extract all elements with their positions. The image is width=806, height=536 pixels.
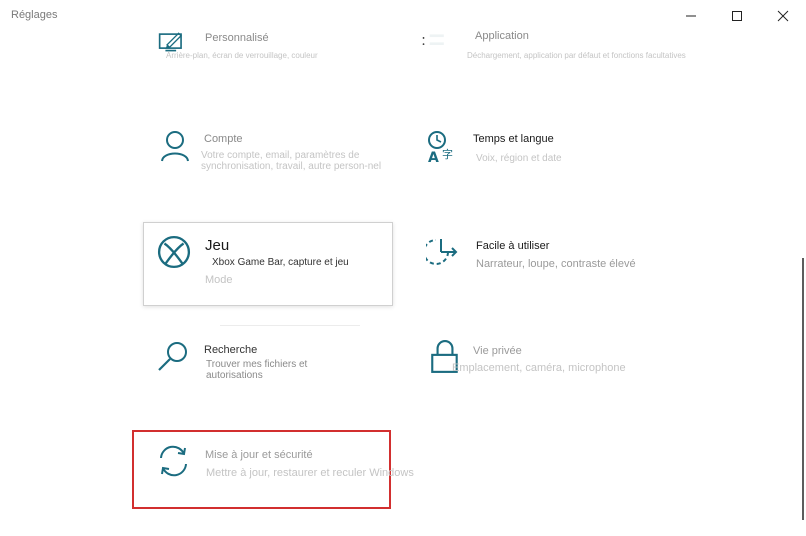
tile-personalization[interactable]: Personnalisé Arrière-plan, écran de verr…: [156, 30, 396, 64]
close-icon: [777, 10, 789, 22]
tile-title: Recherche: [204, 344, 258, 356]
tile-description: Xbox Game Bar, capture et jeu: [212, 257, 349, 268]
title-bar: Réglages: [0, 0, 806, 32]
tile-time-language[interactable]: A 字 Temps et langue Voix, région et date: [426, 130, 666, 170]
tile-title: Personnalisé: [205, 32, 269, 44]
tile-gaming[interactable]: Jeu Xbox Game Bar, capture et jeu Mode: [157, 235, 387, 295]
tile-apps[interactable]: Application Déchargement, application pa…: [420, 30, 686, 64]
tile-title: Vie privée: [473, 345, 522, 357]
account-icon: [161, 131, 189, 162]
tile-title: Facile à utiliser: [476, 240, 550, 252]
svg-text:A: A: [428, 150, 439, 164]
tile-description: Arrière-plan, écran de verrouillage, cou…: [166, 51, 318, 60]
tile-description-extra: Mode: [205, 274, 233, 286]
time-language-icon: A 字: [428, 131, 453, 164]
xbox-icon: [157, 235, 191, 269]
tile-ease-of-access[interactable]: Facile à utiliser Narrateur, loupe, cont…: [426, 236, 666, 276]
tile-title: Mise à jour et sécurité: [205, 449, 313, 461]
tile-description: Déchargement, application par défaut et …: [467, 51, 686, 60]
tile-description: Narrateur, loupe, contraste élevé: [476, 258, 636, 270]
tile-description: Votre compte, email, paramètres de synch…: [201, 150, 382, 172]
tile-update-security[interactable]: Mise à jour et sécurité Mettre à jour, r…: [157, 444, 417, 484]
tile-description: Emplacement, caméra, microphone: [452, 362, 626, 374]
tile-title: Jeu: [205, 237, 230, 254]
minimize-icon: [686, 15, 696, 17]
separator: [220, 325, 360, 326]
maximize-button[interactable]: [714, 0, 760, 32]
scrollbar-thumb[interactable]: [802, 258, 804, 520]
minimize-button[interactable]: [668, 0, 714, 32]
tile-privacy[interactable]: Vie privée Emplacement, caméra, micropho…: [428, 340, 668, 380]
search-icon: [158, 342, 187, 371]
ease-of-access-icon: [426, 239, 458, 265]
maximize-icon: [732, 11, 742, 21]
tile-title: Temps et langue: [473, 133, 554, 145]
tile-account[interactable]: Compte Votre compte, email, paramètres d…: [158, 130, 398, 186]
tile-search[interactable]: Recherche Trouver mes fichiers et autori…: [157, 340, 387, 381]
tile-title: Compte: [204, 133, 243, 145]
tile-description: Trouver mes fichiers et autorisations: [206, 359, 308, 381]
close-button[interactable]: [760, 0, 806, 32]
update-icon: [160, 445, 187, 477]
tile-title: Application: [475, 30, 529, 42]
svg-text:字: 字: [442, 147, 453, 161]
window-title: Réglages: [11, 9, 58, 21]
apps-icon: [422, 34, 444, 45]
tile-description: Mettre à jour, restaurer et reculer Wind…: [206, 467, 414, 479]
tile-description: Voix, région et date: [476, 153, 562, 164]
